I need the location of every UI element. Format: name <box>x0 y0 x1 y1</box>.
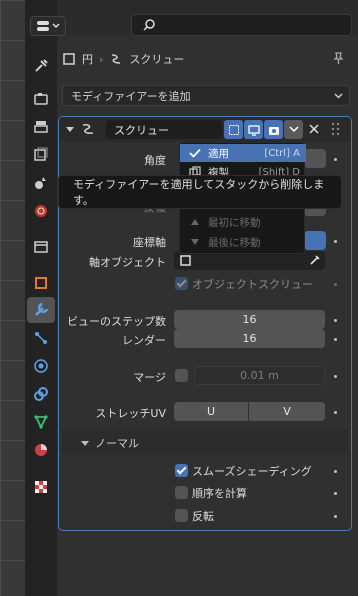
search-icon <box>143 19 155 31</box>
modifier-icon[interactable] <box>27 297 55 323</box>
modifier-name-field[interactable]: スクリュー <box>106 120 222 139</box>
animate-property-icon[interactable] <box>334 283 337 286</box>
add-modifier-button[interactable]: モディファイアーを追加 <box>62 85 350 106</box>
constraints-icon[interactable] <box>27 381 55 407</box>
animate-property-icon[interactable] <box>334 492 337 495</box>
pin-icon[interactable] <box>331 51 345 68</box>
scene-icon[interactable] <box>27 170 55 196</box>
merge-distance-field[interactable]: 0.01 m <box>194 366 325 385</box>
triangle-down-icon <box>191 239 199 245</box>
calc-order-label: 順序を計算 <box>192 487 247 500</box>
stretch-uv-label: ストレッチUV <box>95 407 166 420</box>
tooltip: モディファイアーを適用してスタックから削除します。 <box>58 175 342 209</box>
search-input[interactable] <box>131 14 352 36</box>
viewport-edge <box>0 0 25 596</box>
output-icon[interactable] <box>27 113 55 139</box>
particles-icon[interactable] <box>27 325 55 351</box>
calc-order-checkbox[interactable] <box>175 486 188 499</box>
render-steps-field[interactable]: 16 <box>174 329 325 348</box>
menu-item-move-first-label: 最初に移動 <box>208 216 261 229</box>
close-icon[interactable] <box>308 123 320 138</box>
add-modifier-label: モディファイアーを追加 <box>71 89 191 103</box>
smooth-shading-label: スムーズシェーディング <box>192 465 312 478</box>
checkmark-icon <box>189 148 201 158</box>
collapse-arrow-icon[interactable] <box>66 124 74 137</box>
breadcrumb-modifier: スクリュー <box>129 53 185 66</box>
smooth-shading-checkbox[interactable] <box>175 464 188 477</box>
data-icon[interactable] <box>27 409 55 435</box>
modifier-options-button[interactable] <box>284 120 303 139</box>
tool-icon[interactable] <box>27 53 55 79</box>
stretch-u-toggle[interactable]: U <box>174 402 248 421</box>
tooltip-text: モディファイアーを適用してスタックから削除します。 <box>73 178 325 207</box>
drag-handle-icon[interactable] <box>330 121 342 140</box>
material-icon[interactable] <box>27 437 55 463</box>
stretch-v-toggle[interactable]: V <box>249 402 325 421</box>
steps-viewport-label: ビューのステップ数 <box>67 315 166 328</box>
physics-icon[interactable] <box>27 353 55 379</box>
properties-editor-icon <box>37 21 49 31</box>
object-screw-checkbox[interactable] <box>175 277 188 290</box>
eyedropper-icon[interactable] <box>309 254 321 266</box>
editor-type-selector[interactable] <box>30 16 66 36</box>
animate-property-icon[interactable] <box>334 375 337 378</box>
flip-checkbox[interactable] <box>175 509 188 522</box>
angle-label: 角度 <box>144 154 166 167</box>
properties-tab-column <box>25 0 57 596</box>
steps-viewport-field[interactable]: 16 <box>174 310 325 329</box>
flip-label: 反転 <box>192 510 214 523</box>
texture-icon[interactable] <box>27 474 55 500</box>
axis-label: 座標軸 <box>133 236 166 249</box>
angle-field[interactable] <box>304 149 326 168</box>
axis-object-label: 軸オブジェクト <box>89 256 166 269</box>
object-screw-label: オブジェクトスクリュー <box>192 278 313 291</box>
animate-property-icon[interactable] <box>334 411 337 414</box>
screw-modifier-icon <box>112 54 121 64</box>
menu-item-move-first[interactable]: 最初に移動 <box>180 213 306 231</box>
animate-property-icon[interactable] <box>334 240 337 243</box>
modifier-name: スクリュー <box>114 123 169 137</box>
menu-item-move-last-label: 最後に移動 <box>208 236 261 249</box>
render-steps-label: レンダー <box>122 334 166 347</box>
chevron-down-icon <box>334 93 343 99</box>
chevron-down-icon <box>52 23 60 29</box>
animate-property-icon[interactable] <box>334 319 337 322</box>
viewport-display-toggle-icon[interactable] <box>244 120 263 139</box>
merge-label: マージ <box>133 371 166 384</box>
animate-property-icon[interactable] <box>334 515 337 518</box>
render-icon[interactable] <box>27 86 55 112</box>
world-icon[interactable] <box>27 198 55 224</box>
menu-item-apply-shortcut: [Ctrl] A <box>264 147 300 159</box>
menu-item-apply-label: 適用 <box>208 147 229 160</box>
axis-z-button[interactable] <box>304 231 326 250</box>
merge-checkbox[interactable] <box>175 369 188 382</box>
view-layer-icon[interactable] <box>27 141 55 167</box>
object-icon <box>180 255 191 266</box>
animate-property-icon[interactable] <box>334 338 337 341</box>
normals-label: ノーマル <box>95 437 139 450</box>
object-icon <box>63 53 75 65</box>
animate-property-icon[interactable] <box>334 470 337 473</box>
chevron-down-icon <box>288 126 299 133</box>
object-icon[interactable] <box>27 270 55 296</box>
animate-property-icon[interactable] <box>334 158 337 161</box>
menu-item-move-last[interactable]: 最後に移動 <box>180 233 306 251</box>
screw-modifier-icon <box>80 121 96 140</box>
triangle-up-icon <box>191 219 199 225</box>
edit-mode-toggle-icon[interactable] <box>224 120 243 139</box>
menu-item-apply[interactable]: 適用 [Ctrl] A <box>180 144 306 162</box>
breadcrumb-separator: › <box>99 52 104 66</box>
collapse-arrow-icon[interactable] <box>81 438 89 451</box>
render-toggle-icon[interactable] <box>264 120 283 139</box>
collection-icon[interactable] <box>27 234 55 260</box>
breadcrumb: 円 › スクリュー <box>62 50 184 68</box>
breadcrumb-object: 円 <box>82 53 93 66</box>
